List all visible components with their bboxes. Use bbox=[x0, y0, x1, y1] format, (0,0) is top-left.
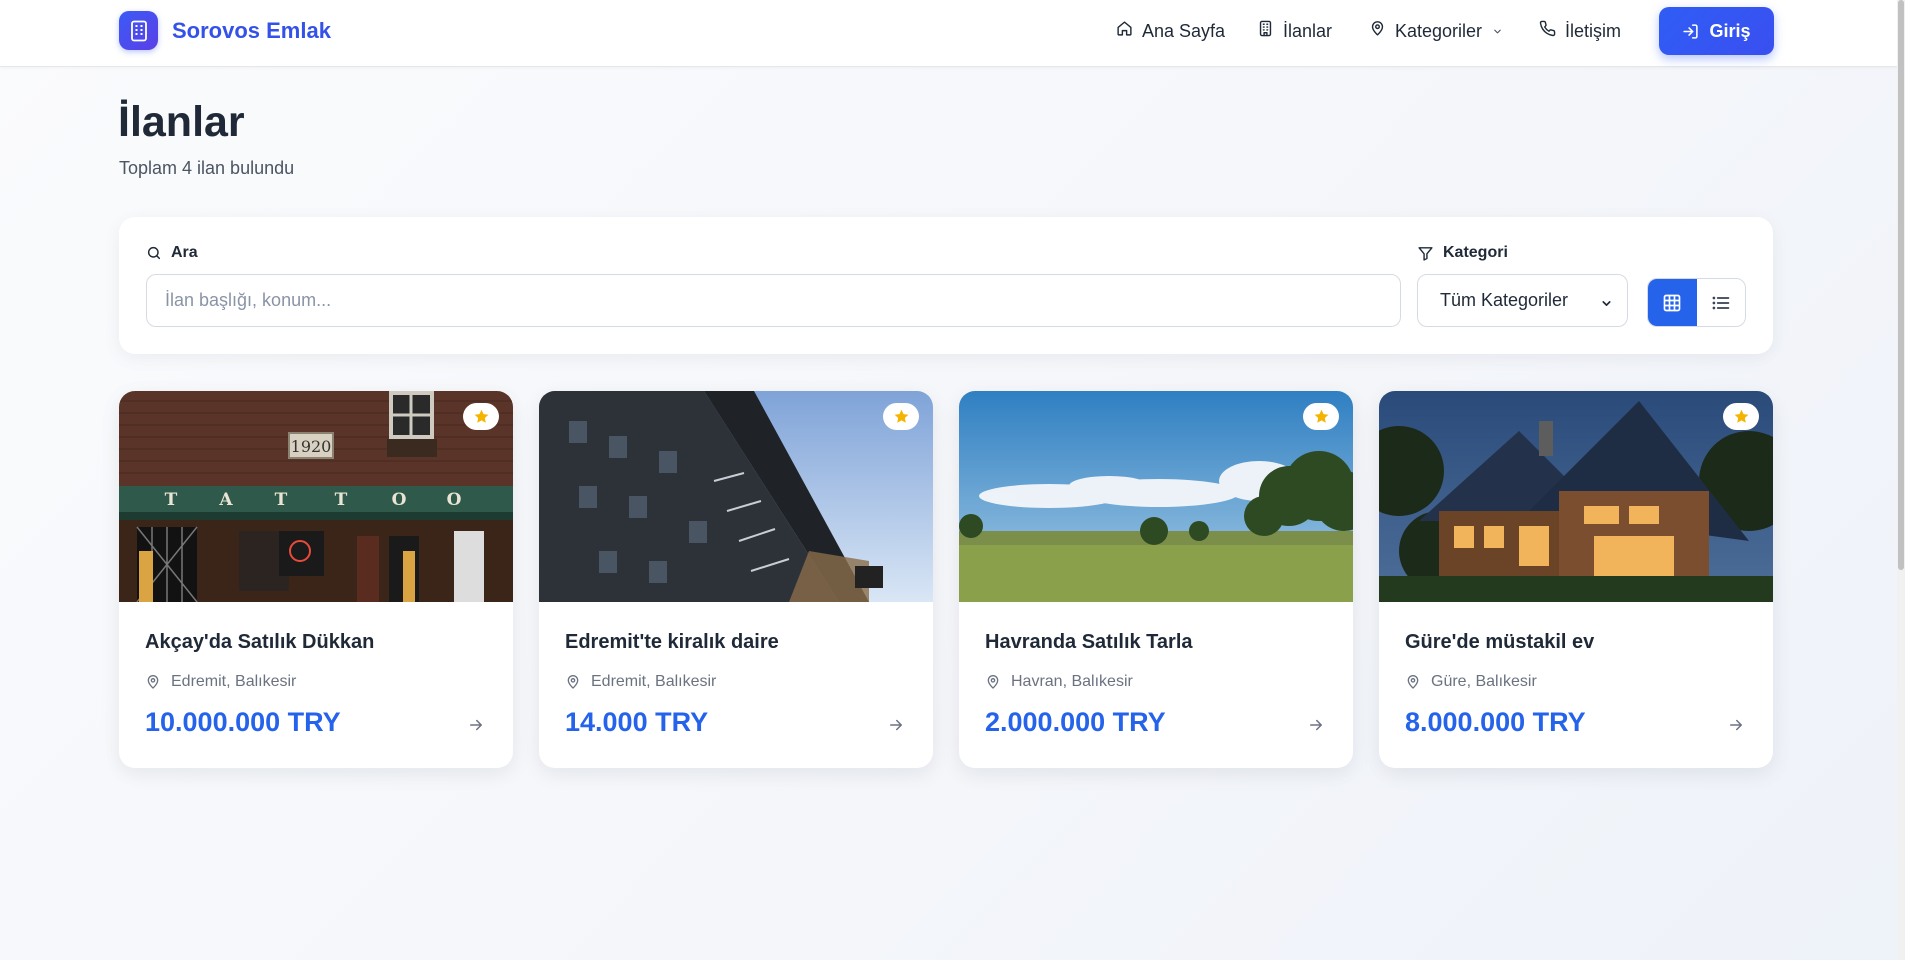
listing-price: 2.000.000 TRY bbox=[985, 707, 1166, 737]
grid-view-button[interactable] bbox=[1648, 279, 1697, 326]
favorite-badge[interactable] bbox=[883, 403, 919, 430]
listing-location-text: Edremit, Balıkesir bbox=[171, 673, 297, 690]
nav-label: İletişim bbox=[1565, 20, 1622, 41]
nav-ilanlar[interactable]: İlanlar bbox=[1257, 20, 1332, 42]
listing-location-text: Havran, Balıkesir bbox=[1011, 673, 1133, 690]
home-icon bbox=[1116, 20, 1142, 42]
nav-iletisim[interactable]: İletişim bbox=[1539, 20, 1621, 42]
view-mode-toggle bbox=[1647, 278, 1746, 327]
star-icon bbox=[1313, 408, 1330, 425]
brand-name: Sorovos Emlak bbox=[172, 17, 331, 43]
listing-location-text: Edremit, Balıkesir bbox=[591, 673, 717, 690]
listing-location: Edremit, Balıkesir bbox=[565, 673, 716, 691]
arrow-right-icon[interactable] bbox=[1727, 716, 1745, 739]
listing-image[interactable] bbox=[1379, 391, 1773, 602]
star-icon bbox=[893, 408, 910, 425]
listing-price: 10.000.000 TRY bbox=[145, 707, 341, 737]
listing-title[interactable]: Edremit'te kiralık daire bbox=[565, 631, 779, 654]
building-icon bbox=[1257, 20, 1283, 42]
listing-card[interactable]: Edremit'te kiralık daire Edremit, Balıke… bbox=[539, 391, 933, 768]
listing-card[interactable]: Havranda Satılık Tarla Havran, Balıkesir… bbox=[959, 391, 1353, 768]
star-icon bbox=[473, 408, 490, 425]
nav-kategoriler[interactable]: Kategoriler bbox=[1369, 20, 1512, 42]
building-icon bbox=[119, 11, 158, 50]
svg-text:A: A bbox=[218, 490, 233, 510]
login-label: Giriş bbox=[1709, 20, 1751, 41]
login-button[interactable]: Giriş bbox=[1659, 7, 1774, 55]
svg-text:O: O bbox=[392, 490, 407, 510]
favorite-badge[interactable] bbox=[1303, 403, 1339, 430]
favorite-badge[interactable] bbox=[1723, 403, 1759, 430]
map-pin-icon bbox=[985, 674, 1011, 690]
category-selected-value: Tüm Kategoriler bbox=[1440, 290, 1569, 310]
listing-price: 14.000 TRY bbox=[565, 707, 709, 737]
listing-title[interactable]: Havranda Satılık Tarla bbox=[985, 631, 1193, 654]
nav-label: İlanlar bbox=[1283, 20, 1333, 41]
list-view-button[interactable] bbox=[1697, 279, 1746, 326]
filter-panel: Ara Kategori Tüm Kategoriler bbox=[119, 217, 1773, 354]
arrow-right-icon[interactable] bbox=[467, 716, 485, 739]
brand[interactable]: Sorovos Emlak bbox=[119, 11, 331, 50]
listing-title[interactable]: Güre'de müstakil ev bbox=[1405, 631, 1594, 654]
svg-text:1920: 1920 bbox=[291, 437, 332, 456]
chevron-down-icon bbox=[1492, 26, 1512, 37]
search-label-text: Ara bbox=[171, 244, 198, 261]
category-select[interactable]: Tüm Kategoriler bbox=[1417, 274, 1628, 327]
result-count: Toplam 4 ilan bulundu bbox=[119, 158, 295, 178]
listing-location: Güre, Balıkesir bbox=[1405, 673, 1537, 691]
login-icon bbox=[1682, 23, 1709, 40]
listing-card[interactable]: 1920 T A T T O O Akçay'da Satılık Dükkan Edre… bbox=[119, 391, 513, 768]
search-input[interactable] bbox=[146, 274, 1401, 327]
listing-image[interactable] bbox=[539, 391, 933, 602]
scrollbar-thumb[interactable] bbox=[1898, 0, 1904, 570]
category-label-text: Kategori bbox=[1443, 244, 1508, 261]
category-label: Kategori bbox=[1417, 244, 1508, 262]
svg-text:T: T bbox=[335, 490, 348, 510]
nav-label: Kategoriler bbox=[1395, 20, 1483, 41]
map-pin-icon bbox=[1405, 674, 1431, 690]
phone-icon bbox=[1539, 20, 1565, 42]
listing-title[interactable]: Akçay'da Satılık Dükkan bbox=[145, 631, 374, 654]
star-icon bbox=[1733, 408, 1750, 425]
map-pin-icon bbox=[145, 674, 171, 690]
nav-ana-sayfa[interactable]: Ana Sayfa bbox=[1116, 20, 1225, 42]
search-icon bbox=[146, 245, 171, 261]
search-label: Ara bbox=[146, 244, 198, 262]
listing-location: Havran, Balıkesir bbox=[985, 673, 1133, 691]
listing-card[interactable]: Güre'de müstakil ev Güre, Balıkesir 8.00… bbox=[1379, 391, 1773, 768]
list-icon bbox=[1711, 293, 1731, 313]
svg-text:O: O bbox=[447, 490, 462, 510]
favorite-badge[interactable] bbox=[463, 403, 499, 430]
listing-price: 8.000.000 TRY bbox=[1405, 707, 1586, 737]
map-pin-icon bbox=[1369, 20, 1395, 42]
listing-image[interactable]: 1920 T A T T O O bbox=[119, 391, 513, 602]
svg-text:T: T bbox=[275, 490, 288, 510]
svg-text:T: T bbox=[165, 490, 178, 510]
filter-icon bbox=[1417, 245, 1443, 262]
arrow-right-icon[interactable] bbox=[887, 716, 905, 739]
listing-image[interactable] bbox=[959, 391, 1353, 602]
navbar: Sorovos Emlak Ana Sayfa İlanlar Kategori… bbox=[0, 0, 1897, 67]
chevron-down-icon bbox=[1600, 294, 1613, 315]
grid-icon bbox=[1662, 293, 1682, 313]
arrow-right-icon[interactable] bbox=[1307, 716, 1325, 739]
listing-location-text: Güre, Balıkesir bbox=[1431, 673, 1537, 690]
nav-label: Ana Sayfa bbox=[1142, 20, 1226, 41]
map-pin-icon bbox=[565, 674, 591, 690]
page-title: İlanlar bbox=[118, 98, 245, 146]
listing-location: Edremit, Balıkesir bbox=[145, 673, 296, 691]
